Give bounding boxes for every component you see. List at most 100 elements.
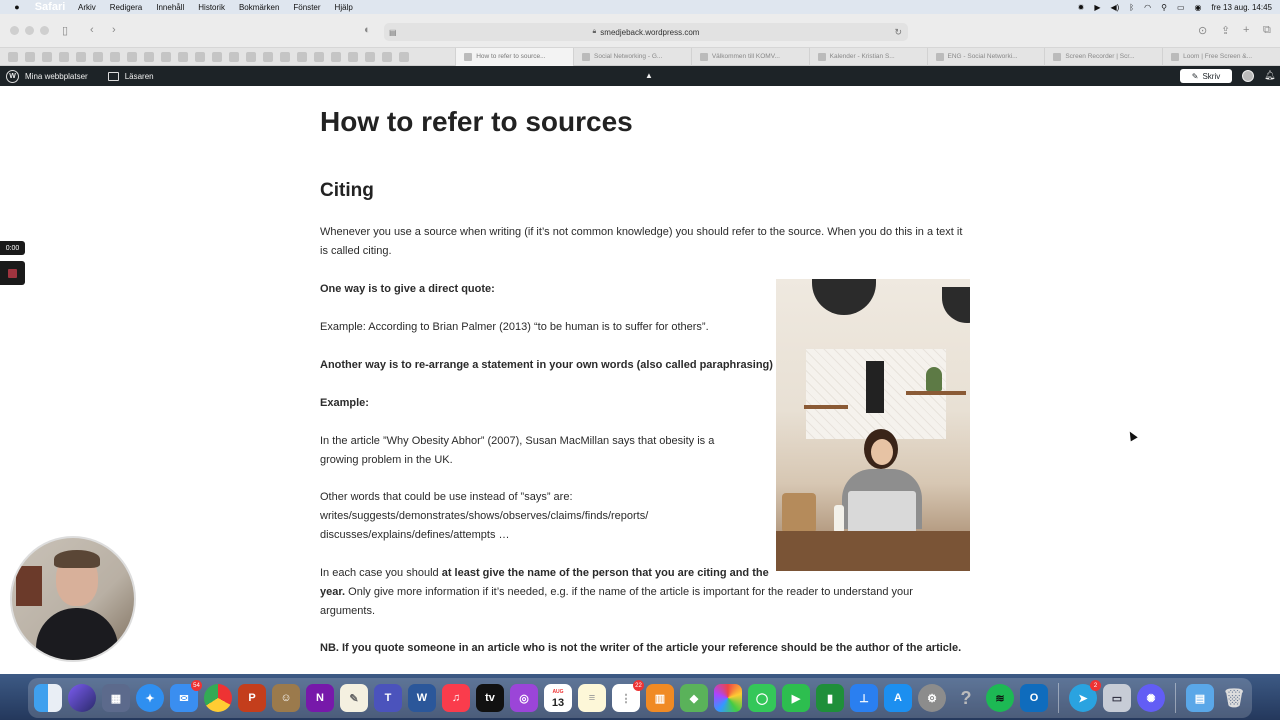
webcam-bubble[interactable] (10, 536, 136, 662)
pinned-tab-icon[interactable] (399, 51, 409, 62)
pinned-tab-icon[interactable] (280, 51, 290, 62)
podcasts-icon[interactable]: ◎ (510, 684, 538, 712)
screenshot-icon[interactable]: ▭ (1103, 684, 1131, 712)
tab-screen-recorder[interactable]: Screen Recorder | Scr... (1044, 47, 1162, 66)
pinned-tab-icon[interactable] (365, 51, 375, 62)
wordpress-logo-icon[interactable]: W (6, 69, 19, 83)
pinned-tab-icon[interactable] (314, 51, 324, 62)
reminders-icon[interactable]: ⋮ 22 (612, 680, 644, 712)
app-store-icon[interactable]: A (884, 684, 912, 712)
facetime-icon[interactable]: ▶ (782, 684, 810, 712)
tab-how-to-refer[interactable]: How to refer to source... (455, 47, 574, 66)
pinned-tab-icon[interactable] (144, 51, 154, 62)
pinned-tab-icon[interactable] (59, 51, 69, 62)
wifi-icon[interactable]: ◠ (1144, 3, 1151, 12)
pinned-tab-icon[interactable] (212, 51, 222, 62)
pinned-tab-icon[interactable] (348, 51, 358, 62)
pinned-tab-icon[interactable] (263, 51, 273, 62)
maps-icon[interactable]: ◆ (680, 684, 708, 712)
pinned-tab-icon[interactable] (195, 51, 205, 62)
spotlight-search-icon[interactable]: ⚲ (1161, 3, 1167, 12)
numbers-icon[interactable]: ▮ (816, 684, 844, 712)
menu-bokmarken[interactable]: Bokmärken (239, 3, 279, 12)
pinned-tab-icon[interactable] (178, 51, 188, 62)
reload-icon[interactable]: ↻ (894, 27, 902, 38)
music-icon[interactable]: ♫ (442, 684, 470, 712)
reader-link[interactable]: Läsaren (125, 72, 154, 81)
help-icon[interactable]: ? (952, 684, 980, 712)
pinned-tab-icon[interactable] (331, 51, 341, 62)
downloads-icon[interactable]: ⊙ (1198, 24, 1207, 37)
photos-icon[interactable] (714, 684, 742, 712)
siri-icon[interactable]: ◉ (1195, 3, 1202, 12)
profile-avatar[interactable] (1242, 70, 1254, 82)
forward-arrow-icon[interactable]: › (112, 24, 116, 36)
finder-icon[interactable] (34, 684, 62, 712)
pinned-tab-icon[interactable] (110, 51, 120, 62)
menu-historik[interactable]: Historik (198, 3, 225, 12)
notes-icon[interactable]: ≡ (578, 684, 606, 712)
teams-icon[interactable]: T (374, 684, 402, 712)
apple-menu-icon[interactable]: ● (8, 2, 26, 12)
tab-overview-icon[interactable]: ⧉ (1263, 24, 1271, 37)
downloads-folder-icon[interactable]: ▤ (1186, 684, 1214, 712)
pages-icon[interactable]: ✎ (340, 684, 368, 712)
menu-innehall[interactable]: Innehåll (156, 3, 184, 12)
address-bar[interactable]: ▤ 🔒︎ smedjeback.wordpress.com ↻ (384, 23, 908, 41)
pinned-tab-icon[interactable] (25, 51, 35, 62)
system-preferences-icon[interactable]: ⚙ (918, 684, 946, 712)
my-sites-link[interactable]: Mina webbplatser (25, 72, 88, 81)
menu-fonster[interactable]: Fönster (293, 3, 320, 12)
pinned-tab-icon[interactable] (382, 51, 392, 62)
trash-icon[interactable]: 🗑︎ (1220, 684, 1248, 712)
tab-eng-social[interactable]: ENG - Social Networki... (926, 47, 1045, 66)
tab-loom[interactable]: Loom | Free Screen &... (1162, 47, 1280, 66)
launchpad-icon[interactable]: ▦ (102, 684, 130, 712)
privacy-shield-icon[interactable]: ◐ (364, 24, 371, 36)
play-status-icon[interactable]: ▶ (1094, 3, 1100, 12)
safari-icon[interactable]: ✦ (136, 684, 164, 712)
sidebar-toggle-icon[interactable]: ▯ (62, 24, 68, 37)
pinned-tab-icon[interactable] (297, 51, 307, 62)
zoom-window-button[interactable] (40, 26, 49, 35)
word-icon[interactable]: W (408, 684, 436, 712)
onenote-icon[interactable]: N (306, 684, 334, 712)
mail-icon[interactable]: ✉ 54 (170, 680, 202, 712)
notifications-bell-icon[interactable]: 🔔︎ (1264, 70, 1275, 81)
close-window-button[interactable] (10, 26, 19, 35)
pinned-tab-icon[interactable] (42, 51, 52, 62)
pinned-tab-icon[interactable] (161, 51, 171, 62)
tab-kalender[interactable]: Kalender - Kristian S... (808, 47, 927, 66)
outlook-icon[interactable]: O (1020, 684, 1048, 712)
minimize-window-button[interactable] (25, 26, 34, 35)
tab-valkommen[interactable]: Välkommen till KOMV... (690, 47, 809, 66)
pinned-tab-icon[interactable] (76, 51, 86, 62)
pinned-tab-icon[interactable] (93, 51, 103, 62)
volume-icon[interactable]: ◀) (1110, 3, 1119, 12)
apple-tv-icon[interactable]: tv (476, 684, 504, 712)
page-menu-icon[interactable]: ▤ (389, 28, 397, 37)
pinned-tab-icon[interactable] (229, 51, 239, 62)
telegram-icon[interactable]: ➤ 2 (1069, 680, 1101, 712)
share-icon[interactable]: ⇪ (1221, 24, 1230, 37)
spotify-icon[interactable]: ≋ (986, 684, 1014, 712)
calendar-icon[interactable]: AUG 13 (544, 684, 572, 712)
write-button[interactable]: ✎ Skriv (1180, 69, 1232, 83)
chrome-icon[interactable] (204, 684, 232, 712)
menu-redigera[interactable]: Redigera (110, 3, 142, 12)
keynote-icon[interactable]: ⊥ (850, 684, 878, 712)
pinned-tab-icon[interactable] (246, 51, 256, 62)
control-center-icon[interactable]: ▭ (1177, 3, 1185, 12)
loom-icon[interactable]: ✺ (1137, 684, 1165, 712)
powerpoint-icon[interactable]: P (238, 684, 266, 712)
stop-recording-button[interactable] (0, 261, 25, 285)
menu-hjalp[interactable]: Hjälp (335, 3, 353, 12)
siri-app-icon[interactable] (68, 684, 96, 712)
pinned-tab-icon[interactable] (8, 51, 18, 62)
messages-icon[interactable]: ◯ (748, 684, 776, 712)
contacts-icon[interactable]: ☺ (272, 684, 300, 712)
tab-social-networking[interactable]: Social Networking - G... (573, 47, 691, 66)
new-tab-icon[interactable]: + (1243, 24, 1249, 36)
books-icon[interactable]: ▥ (646, 684, 674, 712)
pinned-tab-icon[interactable] (127, 51, 137, 62)
